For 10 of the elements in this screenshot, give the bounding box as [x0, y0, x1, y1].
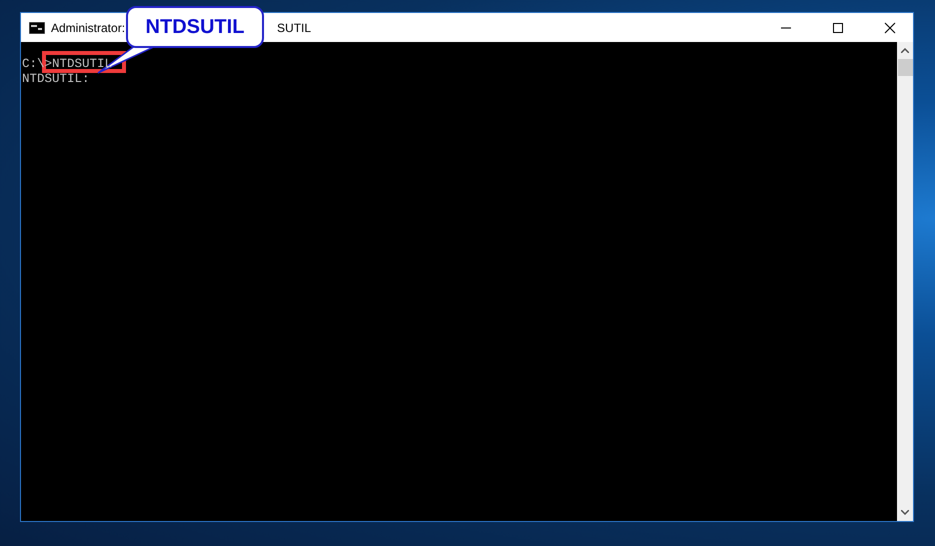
window-title: SUTIL	[277, 20, 312, 34]
console-icon	[29, 22, 45, 34]
scroll-thumb[interactable]	[898, 59, 912, 76]
chevron-up-icon	[901, 48, 909, 53]
maximize-icon	[832, 22, 844, 34]
scrollbar[interactable]	[897, 42, 913, 521]
console-line: NTDSUTIL:	[22, 72, 90, 87]
window-title: Administrator:	[51, 20, 126, 34]
close-icon	[884, 22, 896, 34]
chevron-down-icon	[901, 510, 909, 515]
